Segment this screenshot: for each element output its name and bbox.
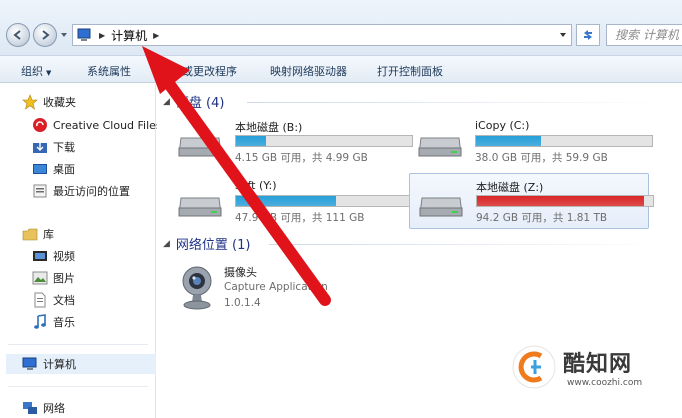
sidebar-item-documents[interactable]: 文档 — [32, 290, 75, 310]
drive-c[interactable]: iCopy (C:) 38.0 GB 可用，共 59.9 GB — [409, 114, 653, 168]
collapse-triangle-icon: ◢ — [163, 238, 170, 249]
breadcrumb-expand-icon[interactable]: ▶ — [153, 31, 159, 40]
network-item-name[interactable]: 摄像头 — [224, 264, 257, 280]
sidebar-item-music[interactable]: 音乐 — [32, 312, 75, 332]
open-control-panel-button[interactable]: 打开控制面板 — [377, 63, 443, 79]
sidebar-item-creative-cloud[interactable]: Creative Cloud Files — [32, 115, 162, 135]
sidebar-item-favorites[interactable]: 收藏夹 — [22, 92, 76, 112]
star-icon — [22, 94, 38, 110]
drive-usage-bar — [235, 135, 413, 147]
drive-usage-fill — [476, 136, 542, 146]
breadcrumb-separator-icon: ▶ — [99, 30, 106, 40]
back-arrow-icon — [13, 30, 21, 40]
drive-z[interactable]: 本地磁盘 (Z:) 94.2 GB 可用，共 1.81 TB — [409, 173, 654, 229]
drive-name: iCopy (C:) — [475, 119, 530, 132]
sidebar-label: 收藏夹 — [43, 96, 76, 109]
recent-pages-chevron-icon[interactable] — [60, 31, 68, 39]
drive-name: soft (Y:) — [235, 179, 277, 192]
network-locations-group-header[interactable]: ◢ 网络位置 (1) — [163, 234, 250, 253]
drive-usage-fill — [236, 136, 266, 146]
sidebar-divider — [8, 386, 148, 387]
drive-name: 本地磁盘 (B:) — [235, 121, 303, 134]
sidebar-item-libraries[interactable]: 库 — [22, 224, 54, 244]
sidebar-item-pictures[interactable]: 图片 — [32, 268, 75, 288]
sidebar-label: 桌面 — [53, 163, 75, 176]
drive-free-space: 47.9 GB 可用，共 111 GB — [235, 212, 365, 224]
hard-drives-group-header[interactable]: ◢ 硬盘 (4) — [163, 92, 224, 111]
sidebar-divider — [8, 344, 148, 345]
desktop-icon — [33, 164, 47, 174]
sidebar-label: 文档 — [53, 294, 75, 307]
sidebar-item-videos[interactable]: 视频 — [32, 246, 75, 266]
hard-disk-icon — [178, 197, 222, 217]
network-item-version: 1.0.1.4 — [224, 297, 261, 309]
navigation-pane: 收藏夹 Creative Cloud Files 下载 桌面 最近访问的位置 库… — [0, 84, 162, 418]
hard-disk-icon — [419, 197, 463, 217]
music-note-icon — [34, 314, 46, 329]
sidebar-label: 最近访问的位置 — [53, 185, 130, 198]
drive-usage-bar — [476, 195, 654, 207]
webcam-icon[interactable] — [177, 264, 217, 310]
sidebar-label: 库 — [43, 228, 54, 241]
system-properties-button[interactable]: 系统属性 — [87, 63, 131, 79]
sidebar-item-downloads[interactable]: 下载 — [32, 137, 75, 157]
organize-label: 组织 — [21, 65, 43, 78]
chevron-down-icon: ▼ — [46, 69, 52, 77]
group-divider — [247, 102, 667, 103]
sidebar-label: 计算机 — [43, 358, 76, 371]
picture-icon — [32, 271, 48, 285]
recent-places-icon — [33, 184, 47, 198]
command-bar: 组织 ▼ 系统属性 卸载或更改程序 映射网络驱动器 打开控制面板 — [0, 56, 682, 83]
drive-usage-fill — [236, 196, 337, 206]
library-icon — [22, 228, 38, 241]
sidebar-label: 网络 — [43, 402, 65, 415]
downloads-folder-icon — [33, 143, 47, 153]
address-bar: ▶ 计算机 ▶ 搜索 计算机 — [0, 0, 682, 56]
back-button[interactable] — [6, 23, 30, 47]
sidebar-label: Creative Cloud Files — [53, 118, 162, 132]
document-icon — [34, 292, 46, 308]
refresh-button[interactable] — [576, 24, 600, 46]
computer-icon — [77, 28, 91, 41]
sidebar-item-computer[interactable]: 计算机 — [6, 354, 156, 374]
forward-button[interactable] — [33, 23, 57, 47]
drive-y[interactable]: soft (Y:) 47.9 GB 可用，共 111 GB — [169, 174, 413, 228]
drive-name: 本地磁盘 (Z:) — [476, 181, 544, 194]
uninstall-program-button[interactable]: 卸载或更改程序 — [160, 63, 237, 79]
video-icon — [33, 251, 47, 261]
group-divider — [269, 244, 667, 245]
group-title: 网络位置 (1) — [175, 238, 251, 253]
computer-icon — [22, 357, 37, 370]
sidebar-label: 下载 — [53, 141, 75, 154]
drive-free-space: 38.0 GB 可用，共 59.9 GB — [475, 152, 608, 164]
forward-arrow-icon — [42, 30, 50, 40]
drive-usage-bar — [235, 195, 413, 207]
address-dropdown-icon[interactable] — [559, 31, 567, 39]
creative-cloud-icon — [33, 118, 47, 132]
sidebar-label: 图片 — [53, 272, 75, 285]
sidebar-item-recent[interactable]: 最近访问的位置 — [32, 181, 130, 201]
address-field[interactable]: ▶ 计算机 ▶ — [72, 24, 572, 46]
breadcrumb-computer[interactable]: 计算机 — [111, 27, 147, 44]
sidebar-item-network[interactable]: 网络 — [22, 398, 65, 418]
collapse-triangle-icon: ◢ — [163, 96, 170, 107]
hard-disk-icon — [178, 137, 222, 157]
sidebar-label: 视频 — [53, 250, 75, 263]
hard-disk-icon — [418, 137, 462, 157]
sidebar-label: 音乐 — [53, 316, 75, 329]
map-network-drive-button[interactable]: 映射网络驱动器 — [270, 63, 347, 79]
organize-menu[interactable]: 组织 ▼ — [21, 63, 51, 79]
content-pane: ◢ 硬盘 (4) 本地磁盘 (B:) 4.15 GB 可用，共 4.99 GB … — [157, 84, 682, 418]
group-title: 硬盘 (4) — [175, 96, 225, 111]
sidebar-item-desktop[interactable]: 桌面 — [32, 159, 75, 179]
network-icon — [23, 402, 37, 414]
search-input[interactable]: 搜索 计算机 — [606, 24, 682, 46]
drive-b[interactable]: 本地磁盘 (B:) 4.15 GB 可用，共 4.99 GB — [169, 114, 413, 168]
refresh-icon — [584, 30, 592, 40]
drive-free-space: 94.2 GB 可用，共 1.81 TB — [476, 212, 608, 224]
drive-usage-fill — [477, 196, 645, 206]
drive-usage-bar — [475, 135, 653, 147]
network-item-subtitle: Capture Application — [224, 281, 328, 293]
drive-free-space: 4.15 GB 可用，共 4.99 GB — [235, 152, 368, 164]
